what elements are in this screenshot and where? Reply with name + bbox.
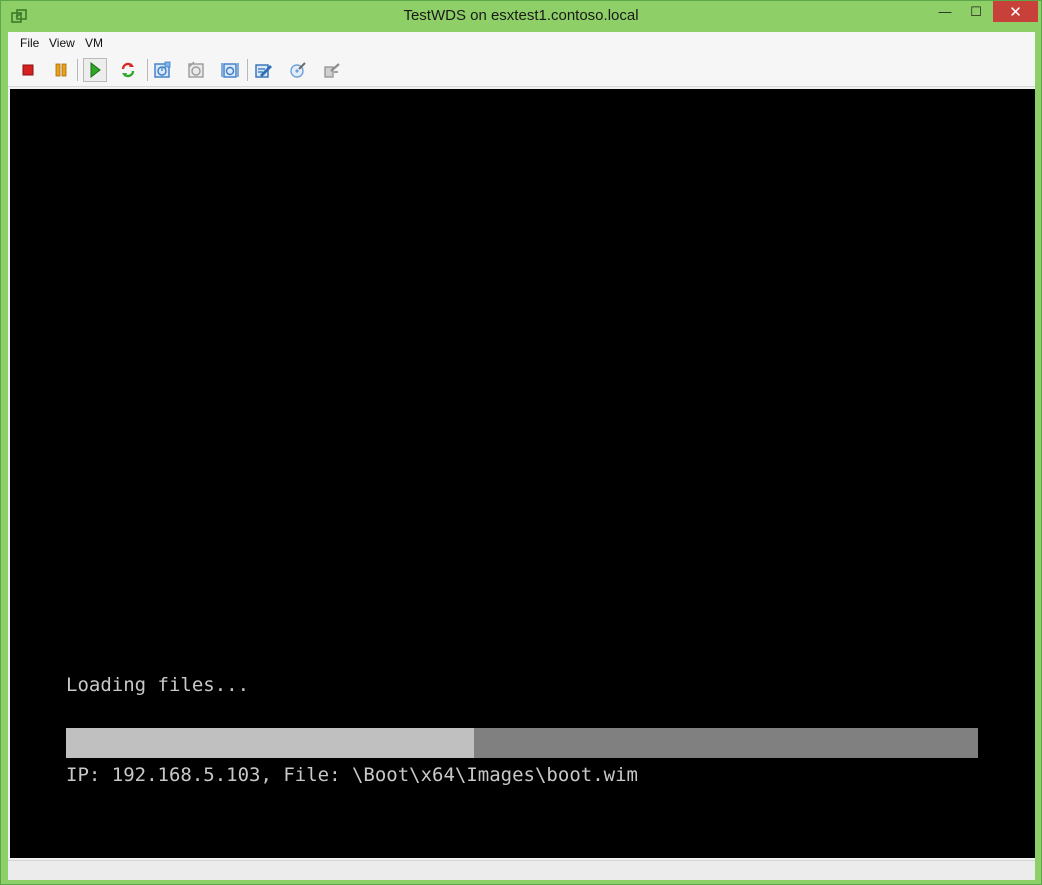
toolbar bbox=[8, 54, 1035, 87]
power-on-icon bbox=[90, 62, 101, 78]
client-area: File View VM Loading files... IP: 192.16… bbox=[8, 32, 1035, 880]
toolbar-separator bbox=[147, 59, 148, 81]
vm-console-screen[interactable]: Loading files... IP: 192.168.5.103, File… bbox=[10, 89, 1035, 858]
menu-vm[interactable]: VM bbox=[85, 36, 103, 50]
minimize-icon: — bbox=[938, 4, 952, 19]
take-snapshot-button[interactable] bbox=[150, 58, 174, 82]
toolbar-separator bbox=[247, 59, 248, 81]
minimize-button[interactable]: — bbox=[931, 1, 959, 22]
toolbar-separator bbox=[77, 59, 78, 81]
connect-device-button[interactable] bbox=[320, 58, 344, 82]
edit-settings-button[interactable] bbox=[252, 58, 276, 82]
edit-settings-icon bbox=[255, 64, 272, 78]
suspend-button[interactable] bbox=[49, 58, 73, 82]
loading-progress-fill bbox=[66, 728, 474, 758]
maximize-icon: ☐ bbox=[970, 3, 982, 19]
reset-button[interactable] bbox=[116, 58, 140, 82]
snapshot-manager-icon bbox=[221, 63, 239, 78]
take-snapshot-icon bbox=[154, 61, 171, 78]
snapshot-manager-button[interactable] bbox=[218, 58, 242, 82]
power-on-button[interactable] bbox=[83, 58, 107, 82]
menu-file[interactable]: File bbox=[20, 36, 39, 50]
connect-cd-button[interactable] bbox=[286, 58, 310, 82]
menu-view[interactable]: View bbox=[49, 36, 75, 50]
title-bar[interactable]: TestWDS on esxtest1.contoso.local — ☐ ✕ bbox=[1, 1, 1041, 32]
power-off-button[interactable] bbox=[16, 58, 40, 82]
connect-cd-icon bbox=[290, 62, 306, 78]
connect-device-icon bbox=[324, 63, 340, 78]
revert-snapshot-icon bbox=[188, 61, 204, 78]
window-title: TestWDS on esxtest1.contoso.local bbox=[403, 7, 639, 24]
close-button[interactable]: ✕ bbox=[993, 1, 1038, 22]
boot-file-info-text: IP: 192.168.5.103, File: \Boot\x64\Image… bbox=[66, 764, 638, 786]
power-off-icon bbox=[22, 64, 34, 76]
revert-snapshot-button[interactable] bbox=[184, 58, 208, 82]
console-window: TestWDS on esxtest1.contoso.local — ☐ ✕ … bbox=[0, 0, 1042, 885]
loading-progress-bar bbox=[66, 728, 978, 758]
reset-icon bbox=[121, 62, 135, 78]
status-bar bbox=[8, 860, 1035, 880]
loading-status-text: Loading files... bbox=[66, 674, 250, 696]
close-icon: ✕ bbox=[1009, 3, 1022, 21]
menu-bar: File View VM bbox=[8, 32, 1035, 54]
suspend-icon bbox=[55, 63, 67, 77]
maximize-button[interactable]: ☐ bbox=[961, 1, 991, 22]
